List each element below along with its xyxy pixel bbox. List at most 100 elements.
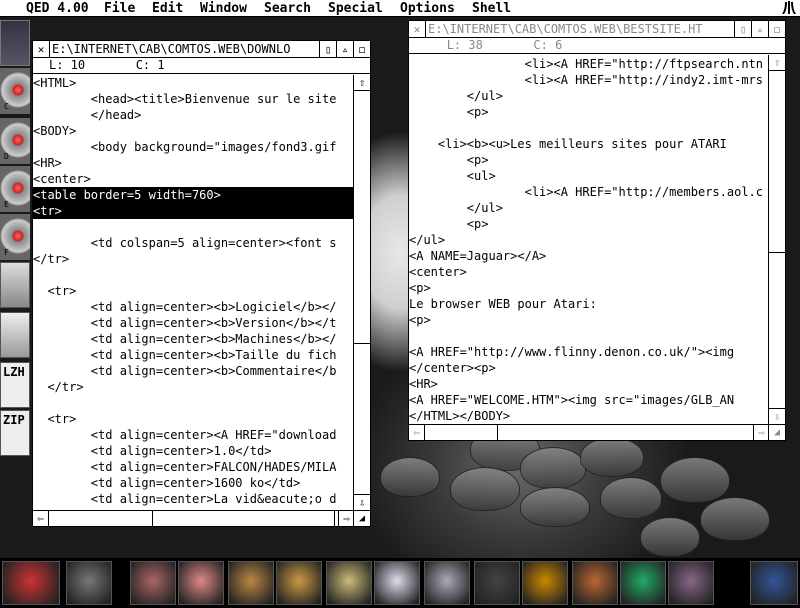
code-line[interactable]: <body background="images/fond3.gif <box>33 139 354 155</box>
right-text-area[interactable]: <li><A HREF="http://ftpsearch.ntn <li><A… <box>409 56 769 424</box>
left-horizontal-track[interactable] <box>49 511 338 526</box>
code-line[interactable]: <td align=center>1600 ko</td> <box>33 475 354 491</box>
code-line[interactable]: <A HREF="WELCOME.HTM"><img src="images/G… <box>409 392 769 408</box>
code-line[interactable] <box>33 219 354 235</box>
drive-e-icon[interactable]: E <box>0 166 30 212</box>
taskbar-chip-icon[interactable] <box>522 561 568 605</box>
code-line[interactable] <box>33 395 354 411</box>
left-window-titlebar[interactable]: ✕ E:\INTERNET\CAB\COMTOS.WEB\DOWNLO ▯ ▵ … <box>33 41 370 58</box>
code-line[interactable]: <table border=5 width=760> <box>33 187 354 203</box>
scroll-down-arrow-icon[interactable]: ⇩ <box>769 408 785 424</box>
code-line[interactable]: <head><title>Bienvenue sur le site <box>33 91 354 107</box>
code-line[interactable]: <td align=center><A HREF="download <box>33 427 354 443</box>
backdrop-button[interactable]: ▯ <box>319 41 336 57</box>
code-line[interactable]: <p> <box>409 312 769 328</box>
menu-shell[interactable]: Shell <box>472 1 511 16</box>
code-line[interactable]: </tr> <box>33 251 354 267</box>
code-line[interactable] <box>409 328 769 344</box>
menu-file[interactable]: File <box>104 1 135 16</box>
code-line[interactable]: <p> <box>409 280 769 296</box>
right-editor-window[interactable]: ✕ E:\INTERNET\CAB\COMTOS.WEB\BESTSITE.HT… <box>408 20 786 441</box>
right-horizontal-scrollbar[interactable]: ⇦ ⇨ <box>409 424 769 440</box>
iconify-button[interactable]: ▵ <box>336 41 353 57</box>
code-line[interactable]: <td align=center><b>Version</b></t <box>33 315 354 331</box>
code-line[interactable]: <ul> <box>409 168 769 184</box>
menu-edit[interactable]: Edit <box>152 1 183 16</box>
scroll-left-arrow-icon[interactable]: ⇦ <box>409 425 425 440</box>
code-line[interactable]: <td colspan=5 align=center><font s <box>33 235 354 251</box>
iconify-button[interactable]: ▵ <box>751 21 768 37</box>
code-line[interactable]: <tr> <box>33 411 354 427</box>
code-line[interactable]: <li><A HREF="http://indy2.imt-mrs <box>409 72 769 88</box>
code-line[interactable]: </ul> <box>409 232 769 248</box>
code-line[interactable]: <tr> <box>33 203 354 219</box>
menu-special[interactable]: Special <box>328 1 383 16</box>
scroll-up-arrow-icon[interactable]: ⇧ <box>354 75 370 91</box>
terminal-icon[interactable] <box>0 312 30 358</box>
code-line[interactable]: <li><b><u>Les meilleurs sites pour ATARI <box>409 136 769 152</box>
right-vertical-scrollbar[interactable]: ⇧ ⇩ <box>768 55 785 424</box>
code-line[interactable]: <center> <box>409 264 769 280</box>
code-line[interactable]: <td align=center><b>Machines</b></ <box>33 331 354 347</box>
drive-f-icon[interactable]: F <box>0 214 30 260</box>
code-line[interactable]: <li><A HREF="http://ftpsearch.ntn <box>409 56 769 72</box>
taskbar-ship-icon[interactable] <box>620 561 666 605</box>
right-vertical-thumb[interactable] <box>769 71 785 253</box>
code-line[interactable]: <td align=center><b>Logiciel</b></ <box>33 299 354 315</box>
code-line[interactable]: </ul> <box>409 200 769 216</box>
code-line[interactable]: <BODY> <box>33 123 354 139</box>
left-horizontal-scrollbar[interactable]: ⇦ ⇨ <box>33 510 354 526</box>
code-line[interactable]: </HTML></BODY> <box>409 408 769 424</box>
code-line[interactable]: </center><p> <box>409 360 769 376</box>
menu-search[interactable]: Search <box>264 1 311 16</box>
scroll-right-arrow-icon[interactable]: ⇨ <box>338 511 354 526</box>
resize-handle-icon[interactable]: ◢ <box>768 424 785 440</box>
right-vertical-track[interactable] <box>769 71 785 408</box>
left-vertical-thumb[interactable] <box>354 343 370 494</box>
taskbar-tools-icon[interactable] <box>572 561 618 605</box>
code-line[interactable]: <td align=center><b>Commentaire</b <box>33 363 354 379</box>
close-button[interactable]: ✕ <box>33 41 50 57</box>
taskbar-jinnee-icon[interactable] <box>2 561 60 605</box>
code-line[interactable]: <td align=center>La vid&eacute;o d <box>33 491 354 507</box>
zip-archive-icon[interactable]: ZIP <box>0 410 30 456</box>
drive-d-icon[interactable]: D <box>0 118 30 164</box>
lzh-archive-icon[interactable]: LZH <box>0 362 30 408</box>
code-line[interactable]: <li><A HREF="http://members.aol.c <box>409 184 769 200</box>
code-line[interactable]: <td align=center>1.0</td> <box>33 443 354 459</box>
left-vertical-track[interactable] <box>354 91 370 494</box>
menu-window[interactable]: Window <box>200 1 247 16</box>
fuller-button[interactable]: ◻ <box>353 41 370 57</box>
code-line[interactable]: <HR> <box>409 376 769 392</box>
taskbar-disc-icon[interactable] <box>668 561 714 605</box>
taskbar-calc-icon[interactable] <box>424 561 470 605</box>
scroll-left-arrow-icon[interactable]: ⇦ <box>33 511 49 526</box>
scroll-right-arrow-icon[interactable]: ⇨ <box>753 425 769 440</box>
code-line[interactable]: <p> <box>409 152 769 168</box>
right-horizontal-track[interactable] <box>425 425 753 440</box>
drive-c-icon[interactable]: C <box>0 68 30 114</box>
code-line[interactable]: <A NAME=Jaguar></A> <box>409 248 769 264</box>
code-line[interactable]: <p> <box>409 104 769 120</box>
left-horizontal-thumb[interactable] <box>152 511 335 526</box>
left-vertical-scrollbar[interactable]: ⇧ ⇩ <box>353 75 370 510</box>
backdrop-button[interactable]: ▯ <box>734 21 751 37</box>
code-line[interactable]: <center> <box>33 171 354 187</box>
taskbar-refresh-icon[interactable] <box>750 561 798 605</box>
taskbar-video-icon[interactable] <box>474 561 520 605</box>
code-line[interactable]: </head> <box>33 107 354 123</box>
code-line[interactable]: <td align=center>FALCON/HADES/MILA <box>33 459 354 475</box>
resize-handle-icon[interactable]: ◢ <box>353 510 370 526</box>
taskbar-notes-icon[interactable] <box>326 561 372 605</box>
fuller-button[interactable]: ◻ <box>768 21 785 37</box>
code-line[interactable]: </tr> <box>33 379 354 395</box>
app-menu[interactable]: QED 4.00 <box>26 1 89 16</box>
scroll-up-arrow-icon[interactable]: ⇧ <box>769 55 785 71</box>
taskbar-mona-lisa-icon[interactable] <box>228 561 274 605</box>
code-line[interactable]: <p> <box>409 216 769 232</box>
taskbar-word-icon[interactable] <box>374 561 420 605</box>
code-line[interactable] <box>33 267 354 283</box>
code-line[interactable]: Le browser WEB pour Atari: <box>409 296 769 312</box>
code-line[interactable] <box>409 120 769 136</box>
menu-options[interactable]: Options <box>400 1 455 16</box>
